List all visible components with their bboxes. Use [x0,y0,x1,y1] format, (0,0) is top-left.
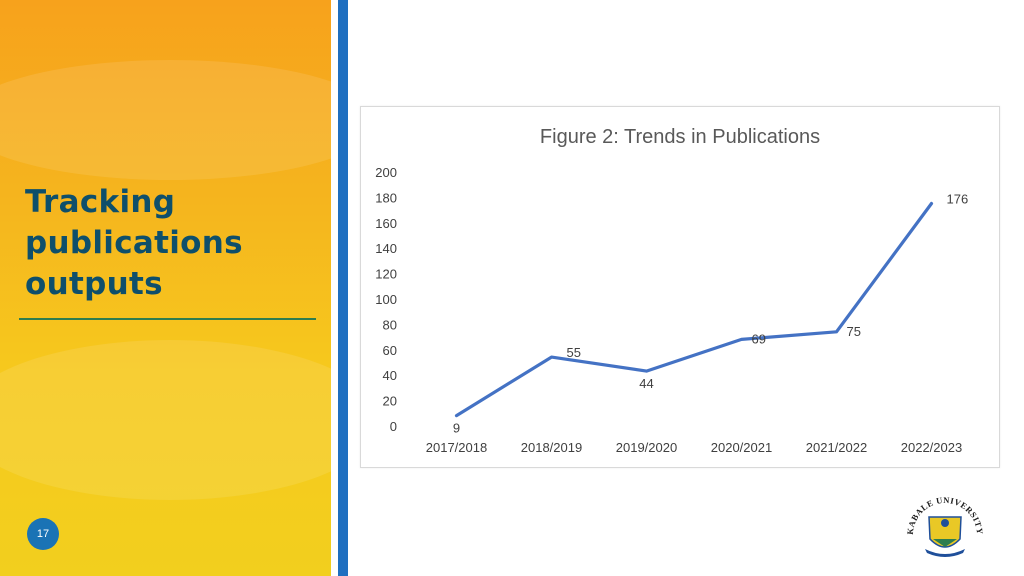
data-label: 9 [453,421,460,436]
x-tick-label: 2022/2023 [901,440,962,455]
x-axis-ticks: 2017/2018 2018/2019 2019/2020 2020/2021 2021… [426,440,962,455]
y-tick-label: 200 [375,165,397,180]
x-tick-label: 2020/2021 [711,440,772,455]
left-panel: Tracking publications outputs 17 [0,0,331,576]
slide-title-line: publications [25,225,243,261]
slide-title: Tracking publications outputs [25,182,315,305]
y-tick-label: 40 [383,368,397,383]
x-tick-label: 2019/2020 [616,440,677,455]
accent-divider-bar [338,0,348,576]
line-chart: Figure 2: Trends in Publications 0 20 40 60… [375,126,968,455]
x-tick-label: 2018/2019 [521,440,582,455]
slide-title-line: outputs [25,266,163,302]
y-tick-label: 100 [375,292,397,307]
kabale-university-logo: KABALE UNIVERSITY [905,495,985,557]
data-label: 44 [639,376,653,391]
data-label: 176 [947,191,969,206]
x-tick-label: 2021/2022 [806,440,867,455]
y-tick-label: 120 [375,267,397,282]
y-tick-label: 160 [375,216,397,231]
data-label: 75 [847,324,861,339]
page-number-badge: 17 [27,518,59,550]
y-tick-label: 180 [375,190,397,205]
landscape-haze [0,340,331,500]
title-underline [19,318,316,320]
y-tick-label: 140 [375,241,397,256]
y-tick-label: 0 [390,419,397,434]
data-label: 55 [567,345,581,360]
y-axis-ticks: 0 20 40 60 80 100 120 140 160 180 200 [375,165,397,434]
y-tick-label: 60 [383,343,397,358]
landscape-haze [0,60,331,180]
slide-title-line: Tracking [25,184,176,220]
data-labels: 9 55 44 69 75 176 [453,191,968,435]
series-line [454,201,934,418]
chart-container: Figure 2: Trends in Publications 0 20 40 60… [360,106,1000,468]
y-tick-label: 80 [383,317,397,332]
chart-title: Figure 2: Trends in Publications [540,126,820,148]
x-tick-label: 2017/2018 [426,440,487,455]
data-label: 69 [752,331,766,346]
y-tick-label: 20 [383,394,397,409]
